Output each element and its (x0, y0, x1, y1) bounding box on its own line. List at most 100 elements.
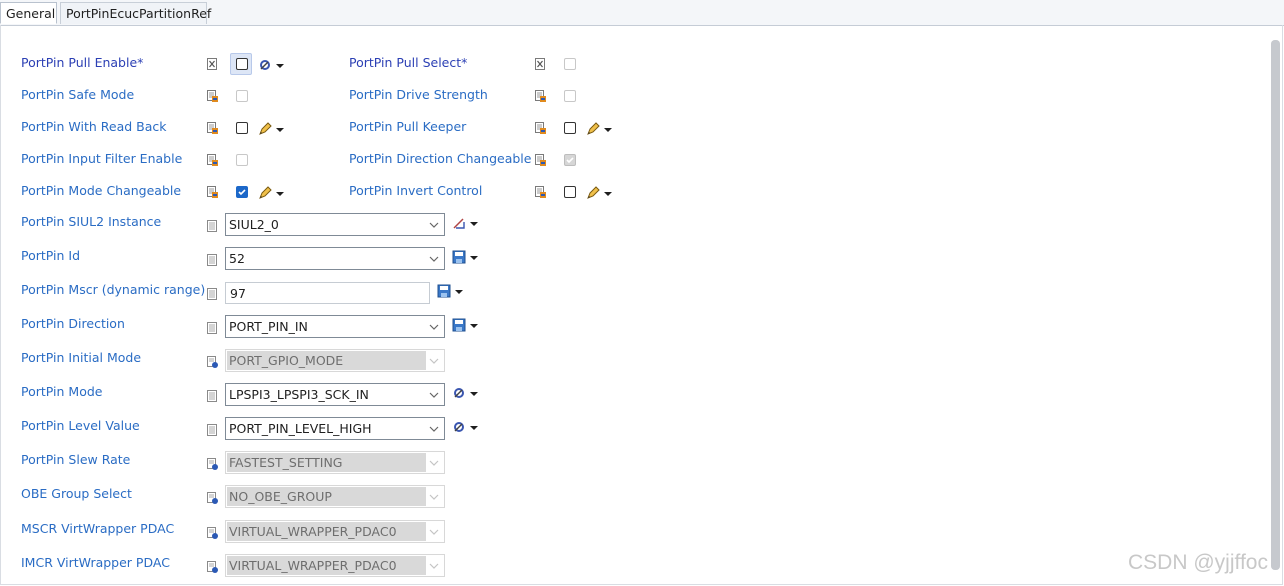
field-9-combo: VIRTUAL_WRAPPER_PDAC0 (225, 520, 445, 543)
field-4-label: PortPin Initial Mode (21, 350, 142, 365)
field-4-chevron-down-icon (428, 353, 440, 368)
field-1-save-icon[interactable] (452, 250, 466, 264)
right-row-4-label: PortPin Invert Control (349, 183, 483, 198)
tab-bar: General PortPinEcucPartitionRef (0, 0, 1284, 26)
right-row-4-checkbox[interactable] (564, 186, 576, 198)
field-5-combo[interactable]: LPSPI3_LPSPI3_SCK_IN (225, 383, 445, 406)
field-10-config-icon (207, 561, 218, 573)
field-5-chevron-down-icon[interactable] (428, 387, 440, 402)
left-row-3-label: PortPin Input Filter Enable (21, 151, 183, 166)
field-10-label: IMCR VirtWrapper PDAC (21, 555, 170, 570)
right-row-4-dropdown-arrow-icon[interactable] (604, 192, 612, 196)
field-0-ref-icon[interactable] (452, 216, 466, 230)
field-6-chevron-down-icon[interactable] (428, 421, 440, 436)
field-6-combo[interactable]: PORT_PIN_LEVEL_HIGH (225, 417, 445, 440)
field-1-dropdown-arrow-icon[interactable] (470, 256, 478, 260)
left-row-0-label: PortPin Pull Enable* (21, 55, 144, 70)
field-0-dropdown-arrow-icon[interactable] (470, 222, 478, 226)
field-0-label: PortPin SIUL2 Instance (21, 214, 162, 229)
field-3-combo[interactable]: PORT_PIN_IN (225, 315, 445, 338)
right-row-4-pencil-icon[interactable] (586, 186, 600, 200)
field-4-config-icon (207, 356, 218, 368)
tab-portpin-ecuc-partition-ref[interactable]: PortPinEcucPartitionRef (60, 2, 211, 24)
left-row-0-gear-icon[interactable] (258, 58, 272, 72)
left-row-4-dropdown-arrow-icon[interactable] (276, 192, 284, 196)
field-0-chevron-down-icon[interactable] (428, 217, 440, 232)
field-9-value: VIRTUAL_WRAPPER_PDAC0 (229, 524, 397, 539)
field-6-value: PORT_PIN_LEVEL_HIGH (229, 421, 372, 436)
field-1-chevron-down-icon[interactable] (428, 251, 440, 266)
field-2-dropdown-arrow-icon[interactable] (455, 290, 463, 294)
right-row-3-config-icon (535, 154, 546, 166)
field-7-value: FASTEST_SETTING (229, 455, 343, 470)
field-2-save-icon[interactable] (437, 284, 451, 298)
field-8-chevron-down-icon (428, 489, 440, 504)
left-row-2-dropdown-arrow-icon[interactable] (276, 128, 284, 132)
field-3-dropdown-arrow-icon[interactable] (470, 324, 478, 328)
field-9-config-icon (207, 527, 218, 539)
right-row-2-config-icon (535, 122, 546, 134)
field-7-chevron-down-icon (428, 455, 440, 470)
left-row-0-config-icon (207, 58, 218, 70)
field-2-text-input[interactable]: 97 (225, 282, 430, 304)
field-8-combo: NO_OBE_GROUP (225, 485, 445, 508)
field-9-label: MSCR VirtWrapper PDAC (21, 521, 175, 536)
left-row-2-checkbox[interactable] (236, 122, 248, 134)
right-row-1-config-icon (535, 90, 546, 102)
field-3-chevron-down-icon[interactable] (428, 319, 440, 334)
left-row-2-label: PortPin With Read Back (21, 119, 167, 134)
field-5-label: PortPin Mode (21, 384, 103, 399)
field-1-value: 52 (229, 251, 245, 266)
left-row-1-checkbox (236, 90, 248, 102)
field-8-label: OBE Group Select (21, 486, 132, 501)
editor-frame (0, 25, 1283, 585)
left-row-1-config-icon (207, 90, 218, 102)
tab-general[interactable]: General (0, 2, 57, 24)
right-row-4-config-icon (535, 186, 546, 198)
field-6-config-icon (207, 424, 218, 436)
field-7-config-icon (207, 458, 218, 470)
field-6-dropdown-arrow-icon[interactable] (470, 426, 478, 430)
field-0-config-icon (207, 220, 218, 232)
field-2-config-icon (207, 288, 218, 300)
field-10-value: VIRTUAL_WRAPPER_PDAC0 (229, 558, 397, 573)
right-row-2-pencil-icon[interactable] (586, 122, 600, 136)
field-10-chevron-down-icon (428, 558, 440, 573)
field-6-label: PortPin Level Value (21, 418, 140, 433)
field-8-value: NO_OBE_GROUP (229, 489, 332, 504)
field-5-dropdown-arrow-icon[interactable] (470, 392, 478, 396)
left-row-4-pencil-icon[interactable] (258, 186, 272, 200)
right-row-3-label: PortPin Direction Changeable (349, 151, 532, 166)
left-row-2-pencil-icon[interactable] (258, 122, 272, 136)
field-1-label: PortPin Id (21, 248, 81, 263)
field-2-value: 97 (230, 286, 246, 301)
right-row-2-checkbox[interactable] (564, 122, 576, 134)
left-row-3-checkbox (236, 154, 248, 166)
left-row-4-label: PortPin Mode Changeable (21, 183, 182, 198)
right-row-0-checkbox (564, 58, 576, 70)
field-8-config-icon (207, 492, 218, 504)
field-3-value: PORT_PIN_IN (229, 319, 308, 334)
field-5-value: LPSPI3_LPSPI3_SCK_IN (229, 387, 369, 402)
field-10-combo: VIRTUAL_WRAPPER_PDAC0 (225, 554, 445, 577)
field-3-save-icon[interactable] (452, 318, 466, 332)
left-row-3-config-icon (207, 154, 218, 166)
right-row-2-dropdown-arrow-icon[interactable] (604, 128, 612, 132)
field-9-chevron-down-icon (428, 524, 440, 539)
left-row-0-dropdown-arrow-icon[interactable] (276, 64, 284, 68)
left-row-4-checkbox[interactable] (236, 186, 248, 198)
field-1-combo[interactable]: 52 (225, 247, 445, 270)
left-row-2-config-icon (207, 122, 218, 134)
vertical-scrollbar-thumb[interactable] (1271, 40, 1280, 570)
right-row-2-label: PortPin Pull Keeper (349, 119, 467, 134)
left-row-4-config-icon (207, 186, 218, 198)
field-6-gear-icon[interactable] (452, 420, 466, 434)
field-5-gear-icon[interactable] (452, 386, 466, 400)
field-0-combo[interactable]: SIUL2_0 (225, 213, 445, 236)
left-row-0-checkbox[interactable] (236, 58, 248, 70)
field-1-config-icon (207, 254, 218, 266)
right-row-0-label: PortPin Pull Select* (349, 55, 468, 70)
watermark: CSDN @yjjffoc (1128, 551, 1268, 574)
field-7-combo: FASTEST_SETTING (225, 451, 445, 474)
right-row-0-config-icon (535, 58, 546, 70)
